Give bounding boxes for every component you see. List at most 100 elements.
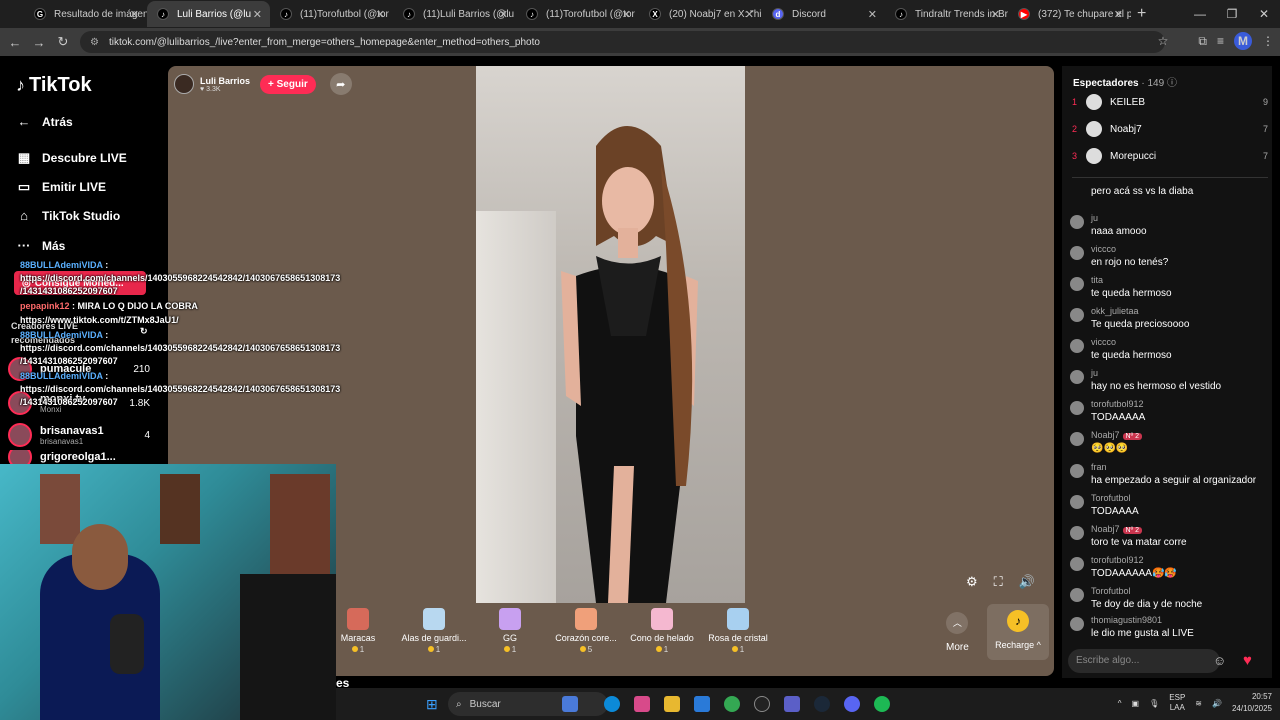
avatar[interactable] <box>1070 215 1084 229</box>
back-arrow-icon[interactable]: ← <box>3 35 27 50</box>
browser-tab[interactable]: ♪ (11)Torofutbol (@tor ✕ <box>270 1 393 27</box>
avatar[interactable] <box>1070 464 1084 478</box>
file-explorer-icon[interactable] <box>664 696 680 712</box>
chat-username[interactable]: torofutbol912 <box>1091 555 1144 565</box>
close-tab-icon[interactable]: ✕ <box>745 8 754 21</box>
wifi-icon[interactable]: ≋ <box>1195 699 1202 708</box>
gift-item[interactable]: Rosa de cristal 1 <box>700 602 776 654</box>
fullscreen-icon[interactable]: ⛶ <box>994 574 1003 590</box>
forward-arrow-icon[interactable]: → <box>27 35 51 50</box>
chat-username[interactable]: torofutbol912 <box>1091 399 1144 409</box>
volume-icon[interactable]: 🔊 <box>1019 574 1035 590</box>
browser-tab[interactable]: X (20) Noabj7 en X: "hi ✕ <box>639 1 762 27</box>
share-icon[interactable]: ➦ <box>329 73 352 95</box>
gift-item[interactable]: Corazón core... 5 <box>548 602 624 654</box>
nav-go-live[interactable]: ▭ Emitir LIVE <box>16 179 106 195</box>
widget-icon[interactable] <box>562 696 578 712</box>
chat-username[interactable]: viccco <box>1091 244 1116 254</box>
chat-username[interactable]: viccco <box>1091 337 1116 347</box>
avatar[interactable] <box>1070 557 1084 571</box>
browser-tab[interactable]: ▶ (372) Te chupare el p ✕ <box>1008 1 1131 27</box>
steam-icon[interactable] <box>814 696 830 712</box>
browser-tab[interactable]: ♪ Tindraltr Trends in Br ✕ <box>885 1 1008 27</box>
browser-tab[interactable]: G Resultado de imágen ✕ <box>24 1 147 27</box>
avatar[interactable] <box>1070 495 1084 509</box>
chat-username[interactable]: Noabj7 <box>1091 524 1120 534</box>
nav-more[interactable]: ··· Más <box>16 238 66 253</box>
avatar[interactable] <box>1070 308 1084 322</box>
avatar[interactable] <box>1070 370 1084 384</box>
extensions-icon[interactable]: ⧉ <box>1198 34 1207 49</box>
chat-username[interactable]: Noabj7 <box>1091 430 1120 440</box>
mic-icon[interactable]: 🎙 <box>1149 699 1159 708</box>
maximize-icon[interactable]: ❐ <box>1216 0 1248 28</box>
avatar[interactable] <box>1070 277 1084 291</box>
tray-app-icon[interactable]: ▣ <box>1132 699 1140 708</box>
live-video[interactable] <box>476 66 745 603</box>
edge-icon[interactable] <box>604 696 620 712</box>
app-icon[interactable] <box>754 696 770 712</box>
avatar[interactable] <box>1070 401 1084 415</box>
top-viewer[interactable]: 2 Noabj7 7 <box>1072 119 1268 139</box>
more-gifts-button[interactable]: ︿ More <box>946 612 969 653</box>
settings-icon[interactable]: ⚙ <box>966 574 978 590</box>
avatar[interactable] <box>1070 588 1084 602</box>
avatar[interactable] <box>1070 526 1084 540</box>
tiktok-logo[interactable]: ♪ TikTok <box>16 74 92 97</box>
avatar[interactable] <box>1070 432 1084 446</box>
profile-avatar[interactable]: M <box>1234 32 1252 50</box>
like-heart-icon[interactable]: ♥ <box>1243 652 1252 669</box>
close-window-icon[interactable]: ✕ <box>1248 0 1280 28</box>
language-indicator[interactable]: ESP LAA <box>1169 693 1185 713</box>
address-bar[interactable]: ⚙ tiktok.com/@lulibarrios_/live?enter_fr… <box>80 31 1165 53</box>
recommended-creator[interactable]: brisanavas1 brisanavas1 4 <box>8 418 168 452</box>
nav-tiktok-studio[interactable]: ⌂ TikTok Studio <box>16 208 120 223</box>
gift-item[interactable]: Alas de guardi... 1 <box>396 602 472 654</box>
volume-icon[interactable]: 🔊 <box>1212 699 1222 708</box>
chat-username[interactable]: tita <box>1091 275 1103 285</box>
browser-tab[interactable]: ♪ (11)Luli Barrios (@lu ✕ <box>393 1 516 27</box>
recommended-creator[interactable]: grigoreolga1... <box>8 450 168 464</box>
gift-item[interactable]: GG 1 <box>472 602 548 654</box>
chrome-icon[interactable] <box>724 696 740 712</box>
site-info-icon[interactable]: ⚙ <box>90 37 99 48</box>
avatar[interactable] <box>1070 339 1084 353</box>
close-tab-icon[interactable]: ✕ <box>376 8 385 21</box>
new-tab-button[interactable]: + <box>1137 5 1146 23</box>
top-viewer[interactable]: 1 KEILEB 9 <box>1072 92 1268 112</box>
chat-username[interactable]: Torofutbol <box>1091 586 1131 596</box>
host-name[interactable]: Luli Barrios <box>200 76 250 86</box>
chat-input[interactable]: Escribe algo... <box>1068 649 1220 673</box>
bookmark-star-icon[interactable]: ☆ <box>1158 34 1169 48</box>
windows-start-icon[interactable]: ⊞ <box>426 696 438 713</box>
chat-username[interactable]: okk_julietaa <box>1091 306 1139 316</box>
nav-discover-live[interactable]: ▦ Descubre LIVE <box>16 150 127 166</box>
discord-icon[interactable] <box>844 696 860 712</box>
tray-chevron-icon[interactable]: ^ <box>1118 699 1122 708</box>
avatar[interactable] <box>1070 617 1084 631</box>
emoji-icon[interactable]: ☺ <box>1213 653 1226 668</box>
gift-item[interactable]: Cono de helado 1 <box>624 602 700 654</box>
chat-username[interactable]: ju <box>1091 368 1098 378</box>
menu-dots-icon[interactable]: ⋮ <box>1262 34 1274 48</box>
close-tab-icon[interactable]: ✕ <box>622 8 631 21</box>
back-button[interactable]: ← Atrás <box>16 114 73 129</box>
close-tab-icon[interactable]: ✕ <box>1114 8 1123 21</box>
chat-username[interactable]: Torofutbol <box>1091 493 1131 503</box>
copilot-icon[interactable] <box>634 696 650 712</box>
refresh-icon[interactable]: ↻ <box>140 326 148 337</box>
reload-icon[interactable]: ↻ <box>51 34 75 50</box>
close-tab-icon[interactable]: ✕ <box>868 8 877 21</box>
top-viewer[interactable]: 3 Morepucci 7 <box>1072 146 1268 166</box>
host-avatar[interactable] <box>174 74 194 94</box>
spotify-icon[interactable] <box>874 696 890 712</box>
chat-username[interactable]: ju <box>1091 213 1098 223</box>
close-tab-icon[interactable]: ✕ <box>991 8 1000 21</box>
follow-button[interactable]: + Seguir <box>260 74 316 94</box>
recharge-button[interactable]: ♪ Recharge ^ <box>987 604 1049 660</box>
close-tab-icon[interactable]: ✕ <box>499 8 508 21</box>
close-tab-icon[interactable]: ✕ <box>253 8 262 21</box>
teams-icon[interactable] <box>784 696 800 712</box>
minimize-icon[interactable]: — <box>1184 0 1216 28</box>
clock[interactable]: 20:57 24/10/2025 <box>1232 691 1272 715</box>
